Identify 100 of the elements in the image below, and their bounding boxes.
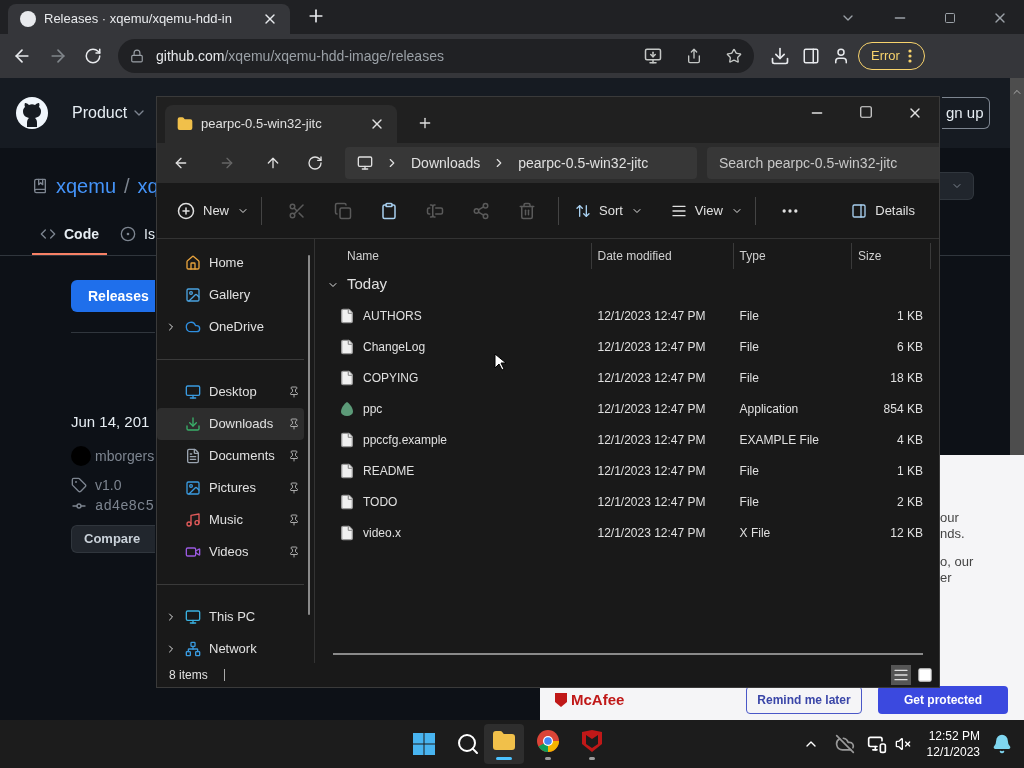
file-name: video.x: [363, 524, 402, 542]
new-tab-icon[interactable]: [417, 115, 433, 131]
address-bar[interactable]: Downloads pearpc-0.5-win32-jitc: [345, 147, 697, 179]
author-link[interactable]: mborgers: [95, 445, 155, 467]
type-cell-text: File: [738, 493, 760, 511]
download-icon[interactable]: [770, 46, 790, 66]
sidebar-item[interactable]: OneDrive: [157, 311, 304, 343]
owner-link[interactable]: xqemu: [56, 171, 117, 201]
sidebar-item[interactable]: Pictures: [157, 472, 304, 504]
notification-bell-icon[interactable]: [992, 734, 1012, 754]
reload-icon[interactable]: [84, 47, 102, 65]
explorer-tab[interactable]: pearpc-0.5-win32-jitc: [165, 105, 397, 143]
commit-link[interactable]: ad4e8c5: [95, 495, 154, 517]
type-cell-text: Application: [738, 400, 800, 418]
file-name: ppccfg.example: [363, 431, 448, 449]
tag-link[interactable]: v1.0: [95, 474, 122, 496]
file-row[interactable]: ppccfg.example 12/1/2023 12:47 PM EXAMPLE File 4 KB: [323, 424, 931, 455]
sidebar-label: Gallery: [209, 286, 251, 305]
details-view-icon[interactable]: [891, 665, 911, 685]
sign-up-button[interactable]: gn up: [942, 97, 990, 129]
size-cell-text: 4 KB: [895, 431, 924, 449]
side-panel-icon[interactable]: [802, 47, 820, 65]
file-name: ChangeLog: [363, 338, 426, 356]
group-header[interactable]: Today: [323, 269, 931, 300]
cloud-icon[interactable]: [834, 734, 855, 754]
item-count: 8 items: [169, 667, 208, 684]
date-cell-text: 12/1/2023 12:47 PM: [596, 524, 707, 542]
file-name: ppc: [363, 400, 383, 418]
size-cell-text: 18 KB: [889, 369, 924, 387]
sidebar-item[interactable]: Videos: [157, 536, 304, 568]
releases-tab-button[interactable]: Releases: [71, 280, 155, 312]
file-row[interactable]: ppc 12/1/2023 12:47 PM Application 854 KB: [323, 393, 931, 424]
file-row[interactable]: ChangeLog 12/1/2023 12:47 PM File 6 KB: [323, 331, 931, 362]
column-header[interactable]: Type: [733, 243, 852, 269]
type-cell-text: File: [738, 462, 760, 480]
paste-icon[interactable]: [380, 201, 398, 220]
column-header[interactable]: Size: [852, 243, 931, 269]
volume-icon[interactable]: [894, 736, 911, 752]
sidebar-item[interactable]: Home: [157, 247, 304, 279]
install-icon[interactable]: [644, 47, 662, 65]
new-button[interactable]: New: [177, 200, 249, 221]
sidebar-item[interactable]: Desktop: [157, 376, 304, 408]
date-cell-text: 12/1/2023 12:47 PM: [596, 338, 707, 356]
sort-button[interactable]: Sort: [575, 200, 643, 221]
file-name: TODO: [363, 493, 398, 511]
search-field[interactable]: Search pearpc-0.5-win32-jitc: [707, 147, 939, 179]
sidebar-item[interactable]: Downloads: [157, 408, 304, 440]
address-bar[interactable]: github.com/xqemu/xqemu-hdd-image/releases: [118, 39, 754, 73]
path-separator: /: [124, 174, 130, 199]
mcafee-logo: McAfee: [555, 688, 625, 712]
file-row[interactable]: COPYING 12/1/2023 12:47 PM File 18 KB: [323, 362, 931, 393]
file-icon: [339, 524, 355, 541]
maximize-icon[interactable]: [859, 105, 873, 119]
share-icon[interactable]: [686, 48, 702, 64]
column-header[interactable]: Name: [323, 243, 592, 269]
refresh-icon[interactable]: [307, 155, 323, 171]
view-button[interactable]: View: [670, 200, 743, 221]
repo-tab[interactable]: Code: [32, 215, 107, 255]
browser-tab[interactable]: Releases · xqemu/xqemu-hdd-in: [8, 4, 290, 34]
size-cell-text: 12 KB: [889, 524, 924, 542]
tiles-view-icon[interactable]: [915, 665, 935, 685]
sidebar-item[interactable]: Network: [157, 633, 304, 665]
network-icon[interactable]: [866, 734, 887, 754]
date-cell-text: 12/1/2023 12:47 PM: [596, 462, 707, 480]
type-cell-text: X File: [738, 524, 772, 542]
restore-icon[interactable]: [944, 12, 956, 24]
type-cell-text: File: [738, 307, 760, 325]
profile-icon[interactable]: [832, 47, 850, 65]
up-icon[interactable]: [265, 155, 281, 171]
sidebar-item[interactable]: This PC: [157, 601, 304, 633]
file-row[interactable]: README 12/1/2023 12:47 PM File 1 KB: [323, 455, 931, 486]
breadcrumb-item[interactable]: Downloads: [411, 152, 481, 174]
code-icon: [40, 226, 56, 242]
details-button[interactable]: Details: [851, 200, 915, 221]
file-row[interactable]: TODO 12/1/2023 12:47 PM File 2 KB: [323, 486, 931, 517]
sidebar-item[interactable]: Gallery: [157, 279, 304, 311]
plus-icon: [177, 201, 195, 220]
file-row[interactable]: video.x 12/1/2023 12:47 PM X File 12 KB: [323, 517, 931, 548]
date-cell-text: 12/1/2023 12:47 PM: [596, 307, 707, 325]
search-icon[interactable]: [456, 732, 480, 756]
compare-button[interactable]: Compare: [71, 524, 155, 553]
sidebar-item[interactable]: Music: [157, 504, 304, 536]
folder-taskbar-icon[interactable]: [484, 724, 524, 764]
file-row[interactable]: AUTHORS 12/1/2023 12:47 PM File 1 KB: [323, 300, 931, 331]
sidebar-label: This PC: [209, 608, 256, 627]
get-protected-button[interactable]: Get protected: [878, 686, 1008, 714]
popup-text: nds.: [940, 526, 966, 542]
repo-tab[interactable]: Is: [116, 215, 155, 255]
file-icon: [339, 462, 355, 479]
clock[interactable]: 12:52 PM 12/1/2023: [926, 728, 980, 760]
bookmark-star-icon[interactable]: [726, 48, 742, 64]
breadcrumb-item[interactable]: pearpc-0.5-win32-jitc: [518, 152, 649, 174]
start-icon[interactable]: [412, 732, 436, 756]
date-cell-text: 12/1/2023 12:47 PM: [596, 400, 707, 418]
product-menu[interactable]: Product: [72, 101, 148, 125]
sidebar-item[interactable]: Documents: [157, 440, 304, 472]
date-cell-text: 12/1/2023 12:47 PM: [596, 369, 707, 387]
column-header[interactable]: Date modified: [591, 243, 734, 269]
back-icon[interactable]: [173, 155, 189, 171]
tab-title: Releases · xqemu/xqemu-hdd-in: [44, 10, 232, 29]
